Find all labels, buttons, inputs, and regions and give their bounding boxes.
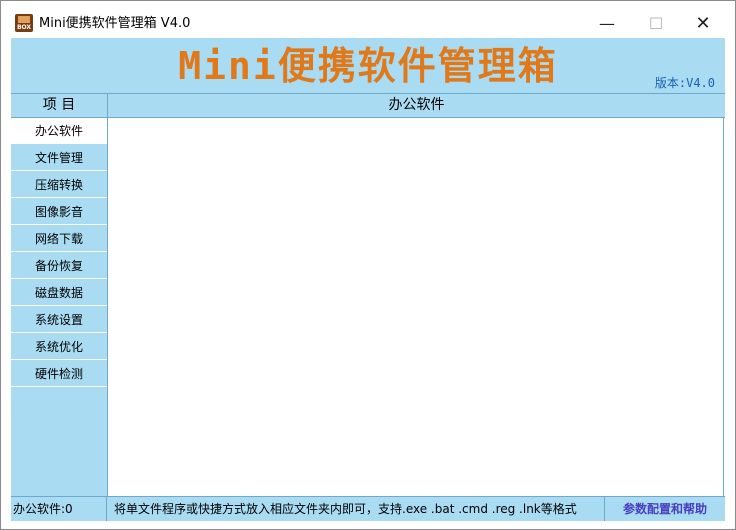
close-button[interactable]: ✕ (680, 9, 726, 39)
box-app-icon: BOX (15, 14, 33, 32)
sidebar-item-optimization[interactable]: 系统优化 (11, 334, 107, 360)
app-icon-label: BOX (16, 24, 32, 31)
sidebar-item-hardware[interactable]: 硬件检测 (11, 361, 107, 387)
current-category-header: 办公软件 (388, 97, 445, 113)
banner: Mini便携软件管理箱 版本:V4.0 (11, 38, 725, 93)
sidebar-item-disk[interactable]: 磁盘数据 (11, 280, 107, 306)
software-count: 办公软件:0 (11, 497, 107, 521)
sidebar-item-compression[interactable]: 压缩转换 (11, 172, 107, 198)
close-icon: ✕ (695, 13, 711, 34)
sidebar-item-backup[interactable]: 备份恢复 (11, 253, 107, 279)
category-sidebar: 办公软件 文件管理 压缩转换 图像影音 网络下载 备份恢复 磁盘数据 系统设置 … (11, 118, 108, 496)
column-header: 项 目 办公软件 (11, 93, 725, 118)
sidebar-item-file-management[interactable]: 文件管理 (11, 145, 107, 171)
sidebar-item-download[interactable]: 网络下载 (11, 226, 107, 252)
settings-help-button[interactable]: 参数配置和帮助 (604, 497, 725, 521)
window-title: Mini便携软件管理箱 V4.0 (39, 16, 191, 31)
items-header: 项 目 (11, 94, 108, 117)
sidebar-item-office[interactable]: 办公软件 (11, 118, 107, 144)
sidebar-item-media[interactable]: 图像影音 (11, 199, 107, 225)
status-bar: 办公软件:0 将单文件程序或快捷方式放入相应文件夹内即可，支持.exe .bat… (11, 496, 725, 521)
maximize-icon: ☐ (648, 14, 664, 33)
sidebar-item-system-settings[interactable]: 系统设置 (11, 307, 107, 333)
app-window: BOX Mini便携软件管理箱 V4.0 — ☐ ✕ Mini便携软件管理箱 版… (0, 0, 736, 530)
minimize-icon: — (599, 14, 615, 33)
software-list-area[interactable] (108, 118, 724, 496)
status-hint: 将单文件程序或快捷方式放入相应文件夹内即可，支持.exe .bat .cmd .… (114, 502, 577, 516)
version-label: 版本:V4.0 (654, 76, 715, 90)
maximize-button[interactable]: ☐ (633, 9, 679, 39)
minimize-button[interactable]: — (584, 9, 630, 39)
title-bar[interactable]: BOX Mini便携软件管理箱 V4.0 — ☐ ✕ (1, 1, 735, 37)
banner-title: Mini便携软件管理箱 (178, 44, 558, 88)
